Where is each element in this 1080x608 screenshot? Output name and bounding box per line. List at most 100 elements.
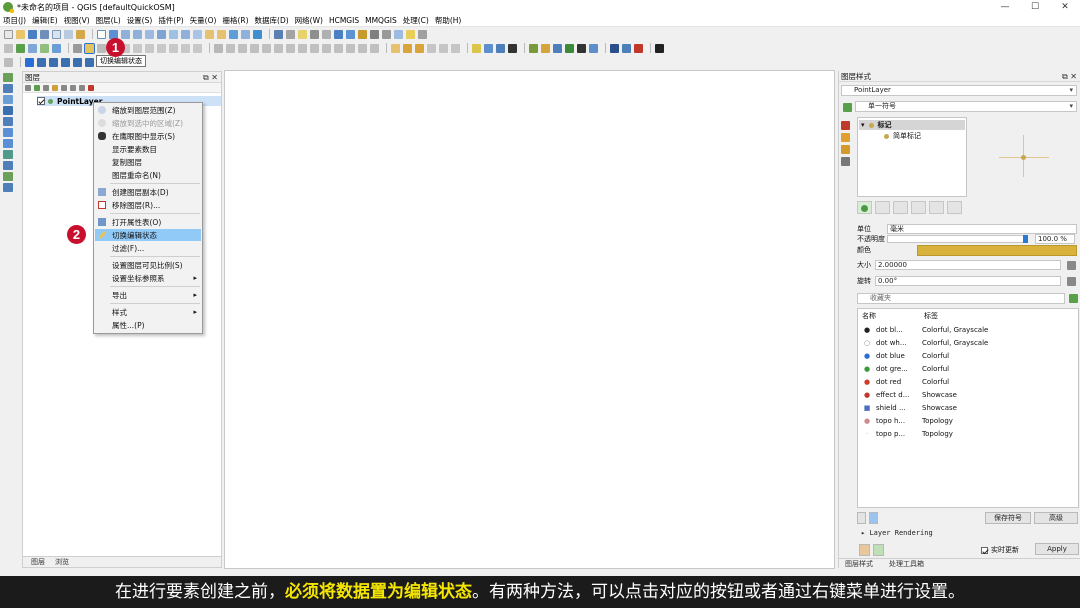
color-picker-button[interactable] — [917, 245, 1077, 256]
menu-view[interactable]: 视图(V) — [64, 15, 90, 26]
menu-edit[interactable]: 编辑(E) — [32, 15, 58, 26]
split-parts-icon[interactable] — [358, 43, 367, 53]
zoom-native-icon[interactable] — [193, 29, 202, 39]
save-as-icon[interactable] — [40, 29, 49, 39]
diagrams-tab-icon[interactable] — [841, 145, 850, 154]
show-bookmarks-icon[interactable] — [241, 29, 250, 39]
add-wms-icon[interactable] — [3, 139, 13, 148]
opacity-input[interactable]: 100.0 % — [1035, 234, 1075, 244]
rotation-spinbox[interactable]: 0.00° — [875, 276, 1061, 286]
menu-raster[interactable]: 栅格(R) — [222, 15, 248, 26]
move-label-icon[interactable] — [427, 43, 436, 53]
toggle-editing-icon[interactable] — [84, 42, 95, 54]
symbol-list-item[interactable]: ● dot gre... Colorful — [862, 363, 949, 375]
menu-layer[interactable]: 图层(L) — [96, 15, 121, 26]
renderer-select[interactable]: 单一符号 — [855, 101, 1077, 112]
tab-browser[interactable]: 浏览 — [55, 557, 69, 567]
label-tool-icon[interactable] — [418, 29, 427, 39]
plugin-f-icon[interactable] — [610, 43, 619, 53]
print-layout-icon[interactable] — [52, 29, 61, 39]
close-button[interactable]: ✕ — [1050, 0, 1080, 14]
quickosm-icon[interactable] — [508, 43, 517, 53]
copy-features-icon[interactable] — [157, 43, 166, 53]
map-canvas[interactable] — [224, 70, 835, 569]
delete-selected-icon[interactable] — [133, 43, 142, 53]
globe-plugin-icon[interactable] — [484, 43, 493, 53]
style-manager-button-icon[interactable] — [1069, 294, 1078, 303]
remove-layer-icon[interactable] — [88, 84, 94, 91]
symbology-icon[interactable] — [843, 103, 852, 112]
menu-item-toggle-editing[interactable]: 切换编辑状态 — [95, 229, 201, 241]
select-features-icon[interactable] — [298, 29, 307, 39]
digitize-icon[interactable] — [214, 43, 223, 53]
add-spatialite-icon[interactable] — [3, 117, 13, 126]
zoom-in-icon[interactable] — [121, 29, 130, 39]
plugin-h-icon[interactable] — [634, 43, 643, 53]
menu-processing[interactable]: 处理(C) — [403, 15, 429, 26]
menu-item-copy-layer[interactable]: 复制图层 — [95, 156, 201, 168]
menu-item-filter[interactable]: 过滤(F)... — [95, 242, 201, 254]
opacity-slider-handle[interactable] — [1023, 235, 1028, 243]
zoom-rubberband-icon[interactable] — [145, 29, 154, 39]
zoom-out-icon[interactable] — [133, 29, 142, 39]
symbol-tree-child[interactable]: 简单标记 — [884, 131, 921, 141]
menu-help[interactable]: 帮助(H) — [435, 15, 462, 26]
add-raster-icon[interactable] — [3, 84, 13, 93]
statistics-icon[interactable] — [346, 29, 355, 39]
collapse-all-icon[interactable] — [79, 84, 85, 91]
layers-panel-controls[interactable]: ⧉ ✕ — [203, 72, 218, 83]
draw-rect-icon[interactable] — [73, 57, 82, 67]
layout-manager-icon[interactable] — [64, 29, 73, 39]
add-ring-icon[interactable] — [262, 43, 271, 53]
add-symbol-layer-button[interactable] — [857, 201, 872, 214]
move-up-button[interactable] — [929, 201, 944, 214]
reshape-icon[interactable] — [322, 43, 331, 53]
plugin-e-icon[interactable] — [589, 43, 598, 53]
draw-polygon-icon[interactable] — [85, 57, 94, 67]
new-geopackage-icon[interactable] — [52, 43, 61, 53]
menu-plugins[interactable]: 插件(P) — [158, 15, 183, 26]
minimize-button[interactable]: — — [990, 0, 1020, 14]
menu-item-export[interactable]: 导出 ▸ — [95, 289, 201, 301]
pin-labels-icon[interactable] — [403, 43, 412, 53]
add-virtual-icon[interactable] — [3, 172, 13, 181]
delete-ring-icon[interactable] — [298, 43, 307, 53]
symbol-search-input[interactable]: 收藏夹 — [857, 293, 1065, 304]
symbol-list-item[interactable]: ● dot red Colorful — [862, 376, 949, 388]
symbol-list-item[interactable]: ● topo h... Topology — [862, 415, 953, 427]
symbol-list-item[interactable]: ○ dot wh... Colorful, Grayscale — [862, 337, 988, 349]
menu-mmqgis[interactable]: MMQGIS — [365, 16, 397, 25]
style-layers-icon[interactable] — [25, 84, 31, 91]
menu-item-styles[interactable]: 样式 ▸ — [95, 306, 201, 318]
identify-features-icon[interactable] — [274, 29, 283, 39]
symbology-tab-icon[interactable] — [841, 121, 850, 130]
apply-button[interactable]: Apply — [1035, 543, 1079, 555]
data-source-manager-icon[interactable] — [4, 43, 13, 53]
zoom-to-layer-icon[interactable] — [181, 29, 190, 39]
menu-item-rename-layer[interactable]: 图层重命名(N) — [95, 169, 201, 181]
lock-color-button[interactable] — [893, 201, 908, 214]
menu-item-duplicate-layer[interactable]: 创建图层副本(D) — [95, 186, 201, 198]
add-mesh-icon[interactable] — [3, 95, 13, 104]
list-view-icon[interactable] — [857, 512, 866, 524]
menu-web[interactable]: 网络(W) — [295, 15, 323, 26]
add-delimited-icon[interactable] — [3, 106, 13, 115]
add-group-icon[interactable] — [34, 84, 40, 91]
add-arcgis-icon[interactable] — [3, 183, 13, 192]
rotate-feature-icon[interactable] — [238, 43, 247, 53]
size-data-defined-icon[interactable] — [1067, 261, 1076, 270]
menu-vector[interactable]: 矢量(O) — [190, 15, 217, 26]
move-down-button[interactable] — [947, 201, 962, 214]
map-tips-icon[interactable] — [394, 29, 403, 39]
add-postgis-icon[interactable] — [3, 128, 13, 137]
annotation-icon[interactable] — [406, 29, 415, 39]
symbol-tree-root[interactable]: ▾ 标记 — [859, 120, 965, 130]
add-vector-layer-icon[interactable] — [16, 43, 25, 53]
open-project-icon[interactable] — [16, 29, 25, 39]
python-console-icon[interactable] — [529, 43, 538, 53]
menu-item-properties[interactable]: 属性...(P) — [95, 319, 201, 331]
layer-visibility-checkbox[interactable] — [37, 97, 45, 105]
run-action-icon[interactable] — [286, 29, 295, 39]
symbol-list-item[interactable]: ● effect d... Showcase — [862, 389, 957, 401]
add-raster-layer-icon[interactable] — [28, 43, 37, 53]
